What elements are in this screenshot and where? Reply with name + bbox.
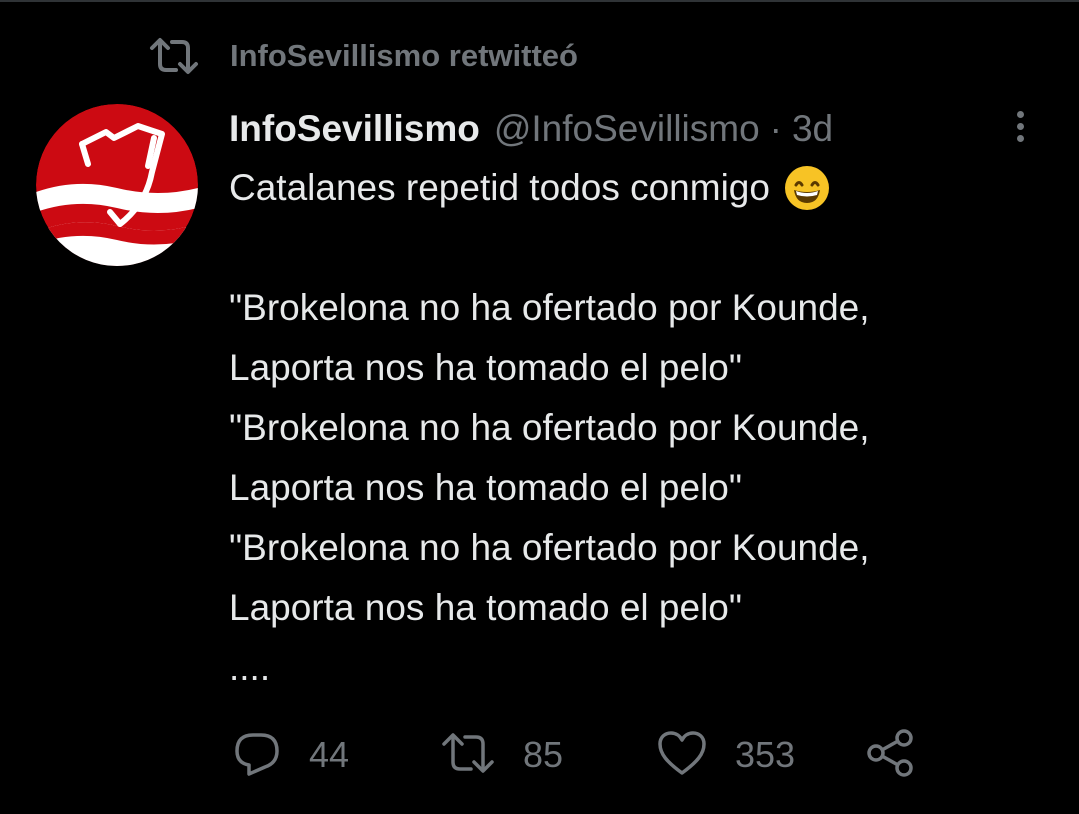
tweet-line: ....	[229, 638, 1059, 698]
tweet-header: InfoSevillismo @InfoSevillismo · 3d	[229, 106, 833, 152]
tweet-line-text: Catalanes repetid todos conmigo	[229, 167, 770, 208]
tweet-line-text: "Brokelona no ha ofertado por Kounde,	[229, 407, 870, 448]
like-button[interactable]: 353	[657, 728, 795, 782]
tweet-line-text: "Brokelona no ha ofertado por Kounde,	[229, 287, 870, 328]
retweet-count: 85	[523, 734, 564, 775]
sevilla-crest-avatar	[36, 104, 198, 266]
tweet-line: "Brokelona no ha ofertado por Kounde,	[229, 278, 1059, 338]
user-handle[interactable]: @InfoSevillismo	[494, 108, 760, 150]
tweet-actions: 44 85 353	[233, 728, 933, 782]
tweet-line: "Brokelona no ha ofertado por Kounde,	[229, 398, 1059, 458]
tweet-line-text: Laporta nos ha tomado el pelo"	[229, 587, 742, 628]
tweet-line: Laporta nos ha tomado el pelo"	[229, 338, 1059, 398]
heart-icon	[657, 730, 707, 781]
share-button[interactable]	[865, 728, 915, 782]
separator-dot: ·	[769, 108, 782, 149]
retweet-icon	[148, 36, 200, 76]
tweet-time[interactable]: 3d	[792, 108, 833, 150]
retweet-label[interactable]: InfoSevillismo retwitteó	[230, 38, 578, 74]
reply-button[interactable]: 44	[233, 728, 349, 782]
retweet-icon	[441, 731, 495, 780]
tweet-line	[229, 218, 1059, 278]
tweet-line-text: ....	[229, 647, 271, 688]
tweet-line: "Brokelona no ha ofertado por Kounde,	[229, 518, 1059, 578]
retweet-button[interactable]: 85	[441, 728, 563, 782]
avatar[interactable]	[36, 104, 198, 266]
top-divider	[0, 0, 1079, 2]
retweet-context[interactable]: InfoSevillismo retwitteó	[148, 36, 578, 76]
tweet-line-text: Laporta nos ha tomado el pelo"	[229, 347, 742, 388]
reply-count: 44	[309, 734, 350, 775]
share-icon	[865, 728, 915, 783]
like-count: 353	[735, 734, 796, 775]
tweet-line: Laporta nos ha tomado el pelo"	[229, 578, 1059, 638]
more-vertical-icon	[1016, 110, 1024, 118]
reply-icon	[233, 729, 281, 782]
tweet-line-text: "Brokelona no ha ofertado por Kounde,	[229, 527, 870, 568]
tweet-line: Catalanes repetid todos conmigo	[229, 158, 1059, 218]
more-options-button[interactable]	[1005, 104, 1035, 148]
grinning-face-emoji	[784, 165, 830, 211]
tweet-text: Catalanes repetid todos conmigo "Brokelo…	[229, 158, 1059, 698]
tweet-line: Laporta nos ha tomado el pelo"	[229, 458, 1059, 518]
display-name[interactable]: InfoSevillismo	[229, 108, 480, 150]
tweet-line-text: Laporta nos ha tomado el pelo"	[229, 467, 742, 508]
